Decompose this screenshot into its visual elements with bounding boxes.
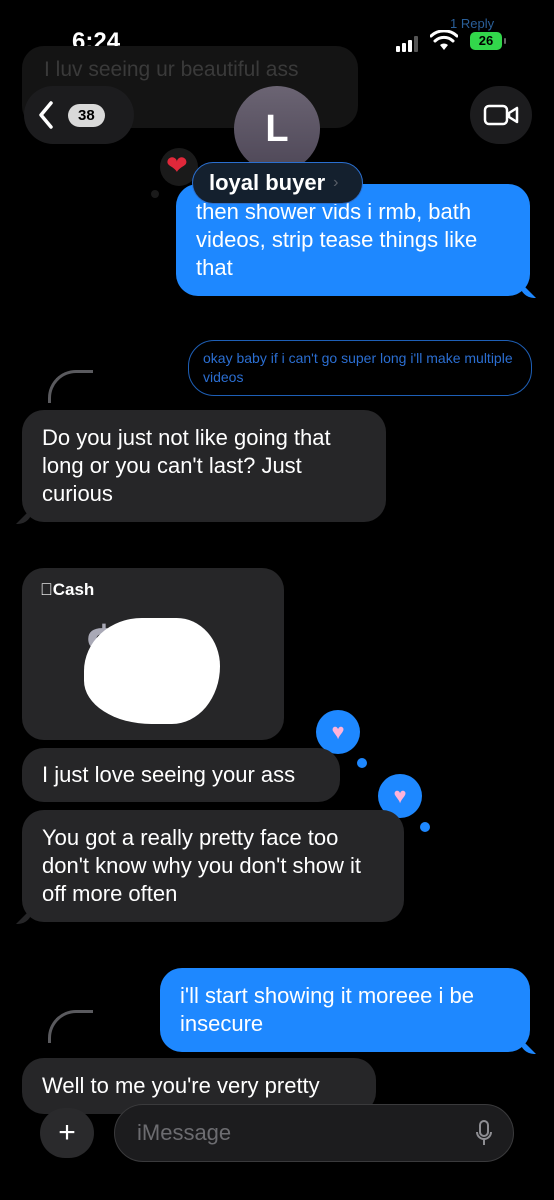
contact-name-button[interactable]: loyal buyer › (192, 162, 364, 204)
message-input[interactable] (135, 1119, 475, 1147)
battery-indicator: 26 (470, 32, 506, 50)
apple-cash-logo: Cash (40, 580, 94, 599)
reply-message[interactable]: okay baby if i can't go super long i'll … (188, 340, 532, 396)
message-text: Do you just not like going that long or … (42, 425, 331, 506)
message-text: okay baby if i can't go super long i'll … (203, 350, 513, 385)
back-button[interactable]: 38 (24, 86, 134, 144)
plus-button[interactable]: + (40, 1108, 94, 1158)
message-text: i'll start showing it moreee i be insecu… (180, 983, 474, 1036)
contact-name: loyal buyer (209, 170, 326, 195)
sent-message[interactable]: i'll start showing it moreee i be insecu… (160, 968, 530, 1052)
cellular-signal-icon (396, 36, 420, 52)
received-message[interactable]: I just love seeing your ass (22, 748, 340, 802)
chevron-right-icon: › (333, 174, 339, 191)
contact-avatar[interactable]: L (234, 86, 320, 172)
received-message[interactable]: Do you just not like going that long or … (22, 410, 386, 522)
tapback-dot (420, 822, 430, 832)
thread-reply-line (48, 1010, 93, 1043)
microphone-icon[interactable] (475, 1119, 493, 1147)
received-message[interactable]: You got a really pretty face too don't k… (22, 810, 404, 922)
heart-tapback[interactable]: ♥ (316, 710, 360, 754)
message-text: I just love seeing your ass (42, 762, 296, 787)
chevron-left-icon (39, 101, 53, 129)
ghost-reply-label: 1 Reply (450, 16, 495, 31)
imessage-input-container[interactable] (114, 1104, 514, 1162)
tapback-dot (357, 758, 367, 768)
apple-cash-card[interactable]: Cash $ (22, 568, 284, 740)
message-text: Well to me you're very pretty (42, 1073, 320, 1098)
message-text: You got a really pretty face too don't k… (42, 825, 362, 906)
heart-icon: ♥ (331, 719, 345, 744)
unread-count-badge: 38 (68, 103, 105, 127)
reaction-dot (151, 190, 159, 198)
plus-icon: + (58, 1116, 76, 1149)
redaction-mark (84, 618, 220, 724)
heart-icon: ❤ (166, 150, 188, 180)
apple-logo-icon:  (40, 580, 53, 599)
message-text: then shower vids i rmb, bath videos, str… (196, 199, 478, 280)
wifi-icon (430, 30, 458, 50)
ghost-message-text: I luv seeing ur beautiful ass (44, 58, 299, 81)
video-camera-icon (483, 104, 519, 126)
heart-icon: ♥ (393, 783, 407, 808)
thread-reply-line (48, 370, 93, 403)
facetime-video-button[interactable] (470, 86, 532, 144)
